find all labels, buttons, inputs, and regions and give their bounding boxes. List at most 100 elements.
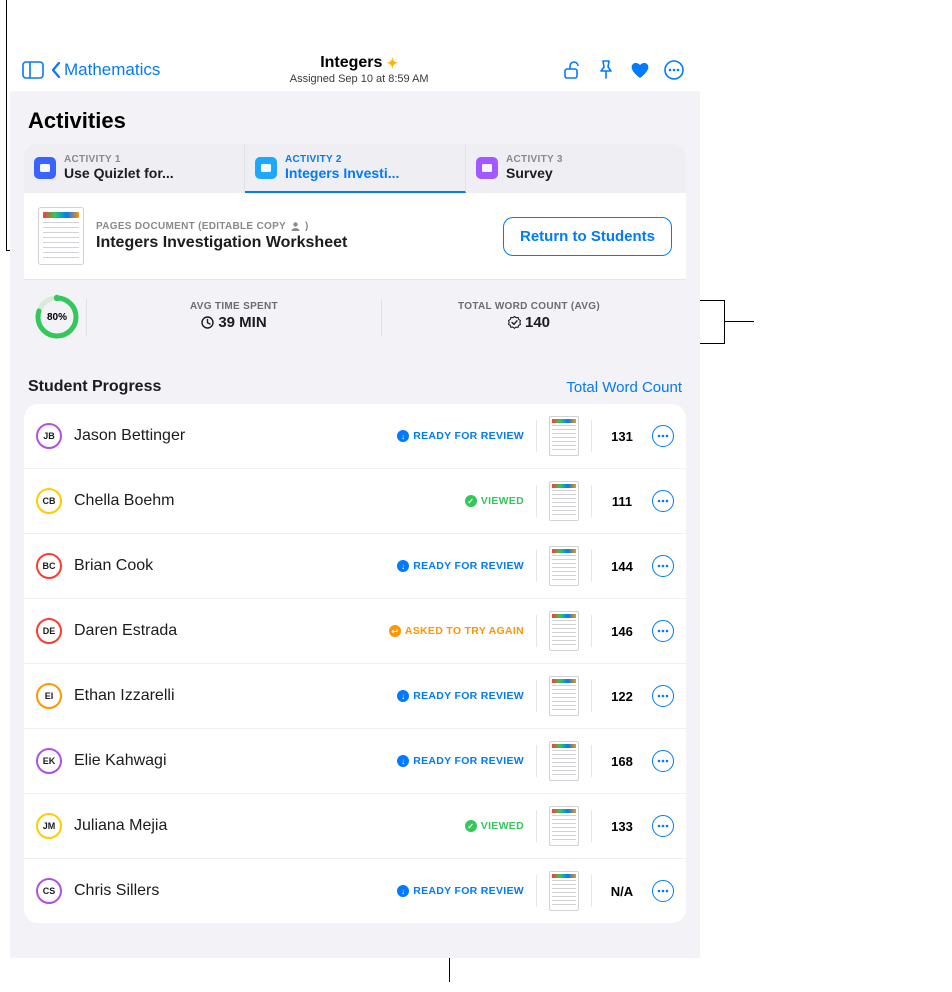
student-name: Brian Cook bbox=[74, 557, 385, 575]
more-button[interactable] bbox=[660, 59, 688, 81]
document-meta: PAGES DOCUMENT (EDITABLE COPY ) Integers… bbox=[96, 221, 347, 252]
row-more-button[interactable] bbox=[652, 425, 674, 447]
word-count: 168 bbox=[604, 754, 640, 769]
row-more-button[interactable] bbox=[652, 815, 674, 837]
ellipsis-icon bbox=[657, 564, 669, 568]
sidebar-icon bbox=[22, 61, 44, 79]
divider bbox=[591, 680, 592, 712]
activity-tabs: ACTIVITY 1 Use Quizlet for... ACTIVITY 2… bbox=[24, 144, 686, 193]
return-to-students-button[interactable]: Return to Students bbox=[503, 217, 672, 256]
submission-thumbnail[interactable] bbox=[549, 546, 579, 586]
activity-tab-3[interactable]: ACTIVITY 3 Survey bbox=[466, 144, 686, 193]
submission-thumbnail[interactable] bbox=[549, 871, 579, 911]
divider bbox=[536, 875, 537, 907]
status-text: READY FOR REVIEW bbox=[413, 755, 524, 767]
divider bbox=[536, 485, 537, 517]
back-button[interactable]: Mathematics bbox=[50, 60, 160, 80]
row-more-button[interactable] bbox=[652, 620, 674, 642]
stats-row: 80% AVG TIME SPENT 39 MIN TOTAL WORD COU… bbox=[24, 280, 686, 354]
student-row[interactable]: EK Elie Kahwagi ↓ READY FOR REVIEW 168 bbox=[24, 729, 686, 794]
seal-check-icon bbox=[508, 316, 521, 329]
lock-button[interactable] bbox=[558, 60, 586, 80]
student-avatar: EK bbox=[36, 748, 62, 774]
status-badge: ↩ ASKED TO TRY AGAIN bbox=[389, 625, 524, 637]
submission-thumbnail[interactable] bbox=[549, 676, 579, 716]
status-badge: ✓ VIEWED bbox=[465, 495, 524, 507]
activity-kicker: ACTIVITY 3 bbox=[506, 154, 563, 165]
divider bbox=[591, 875, 592, 907]
student-row[interactable]: JB Jason Bettinger ↓ READY FOR REVIEW 13… bbox=[24, 404, 686, 469]
student-row[interactable]: CB Chella Boehm ✓ VIEWED 111 bbox=[24, 469, 686, 534]
submission-thumbnail[interactable] bbox=[549, 806, 579, 846]
student-avatar: EI bbox=[36, 683, 62, 709]
student-name: Ethan Izzarelli bbox=[74, 687, 385, 705]
divider bbox=[536, 550, 537, 582]
submission-thumbnail[interactable] bbox=[549, 611, 579, 651]
row-more-button[interactable] bbox=[652, 880, 674, 902]
status-icon: ↓ bbox=[397, 885, 409, 897]
activity-tab-text: ACTIVITY 1 Use Quizlet for... bbox=[64, 154, 174, 181]
clock-icon bbox=[201, 316, 214, 329]
document-kicker-suffix: ) bbox=[305, 221, 309, 232]
status-text: READY FOR REVIEW bbox=[413, 885, 524, 897]
nav-bar: Mathematics Integers ✦ Assigned Sep 10 a… bbox=[10, 48, 700, 92]
submission-thumbnail[interactable] bbox=[549, 481, 579, 521]
ellipsis-icon bbox=[657, 694, 669, 698]
row-more-button[interactable] bbox=[652, 685, 674, 707]
divider bbox=[536, 615, 537, 647]
document-kicker: PAGES DOCUMENT (EDITABLE COPY bbox=[96, 221, 286, 232]
status-icon: ↓ bbox=[397, 560, 409, 572]
stat-time-value: 39 MIN bbox=[218, 314, 266, 331]
row-more-button[interactable] bbox=[652, 555, 674, 577]
row-more-button[interactable] bbox=[652, 490, 674, 512]
divider bbox=[591, 550, 592, 582]
student-row[interactable]: BC Brian Cook ↓ READY FOR REVIEW 144 bbox=[24, 534, 686, 599]
stat-words-value: 140 bbox=[525, 314, 550, 331]
status-icon: ✓ bbox=[465, 820, 477, 832]
status-badge: ↓ READY FOR REVIEW bbox=[397, 690, 524, 702]
activity-kicker: ACTIVITY 2 bbox=[285, 154, 399, 165]
sparkle-icon: ✦ bbox=[386, 55, 398, 72]
status-text: READY FOR REVIEW bbox=[413, 690, 524, 702]
status-icon: ↓ bbox=[397, 690, 409, 702]
page-title: Integers bbox=[320, 54, 382, 72]
ellipsis-icon bbox=[657, 629, 669, 633]
divider bbox=[591, 810, 592, 842]
document-row: PAGES DOCUMENT (EDITABLE COPY ) Integers… bbox=[24, 193, 686, 280]
activity-icon bbox=[476, 157, 498, 179]
submission-thumbnail[interactable] bbox=[549, 416, 579, 456]
divider bbox=[591, 485, 592, 517]
status-icon: ↩ bbox=[389, 625, 401, 637]
student-row[interactable]: JM Juliana Mejia ✓ VIEWED 133 bbox=[24, 794, 686, 859]
activity-tab-2[interactable]: ACTIVITY 2 Integers Investi... bbox=[245, 144, 466, 193]
ellipsis-icon bbox=[657, 499, 669, 503]
stat-words-kicker: TOTAL WORD COUNT (AVG) bbox=[388, 301, 670, 312]
student-row[interactable]: CS Chris Sillers ↓ READY FOR REVIEW N/A bbox=[24, 859, 686, 923]
activity-label: Use Quizlet for... bbox=[64, 165, 174, 181]
status-badge: ↓ READY FOR REVIEW bbox=[397, 560, 524, 572]
status-text: READY FOR REVIEW bbox=[413, 430, 524, 442]
app-window: Mathematics Integers ✦ Assigned Sep 10 a… bbox=[10, 48, 700, 958]
activity-tab-text: ACTIVITY 2 Integers Investi... bbox=[285, 154, 399, 181]
document-title: Integers Investigation Worksheet bbox=[96, 234, 347, 252]
activity-tab-1[interactable]: ACTIVITY 1 Use Quizlet for... bbox=[24, 144, 245, 193]
status-badge: ↓ READY FOR REVIEW bbox=[397, 755, 524, 767]
word-count: 146 bbox=[604, 624, 640, 639]
sort-link[interactable]: Total Word Count bbox=[566, 379, 682, 396]
submission-thumbnail[interactable] bbox=[549, 741, 579, 781]
document-thumbnail[interactable] bbox=[38, 207, 84, 265]
favorite-button[interactable] bbox=[626, 60, 654, 80]
student-name: Daren Estrada bbox=[74, 622, 377, 640]
chevron-left-icon bbox=[50, 61, 62, 79]
student-row[interactable]: EI Ethan Izzarelli ↓ READY FOR REVIEW 12… bbox=[24, 664, 686, 729]
activities-card: ACTIVITY 1 Use Quizlet for... ACTIVITY 2… bbox=[24, 144, 686, 354]
status-text: VIEWED bbox=[481, 820, 524, 832]
row-more-button[interactable] bbox=[652, 750, 674, 772]
progress-ring: 80% bbox=[34, 294, 80, 340]
activity-icon bbox=[255, 157, 277, 179]
student-name: Chella Boehm bbox=[74, 492, 453, 510]
ellipsis-icon bbox=[657, 434, 669, 438]
sidebar-toggle-button[interactable] bbox=[22, 61, 44, 79]
pin-button[interactable] bbox=[592, 60, 620, 80]
student-row[interactable]: DE Daren Estrada ↩ ASKED TO TRY AGAIN 14… bbox=[24, 599, 686, 664]
